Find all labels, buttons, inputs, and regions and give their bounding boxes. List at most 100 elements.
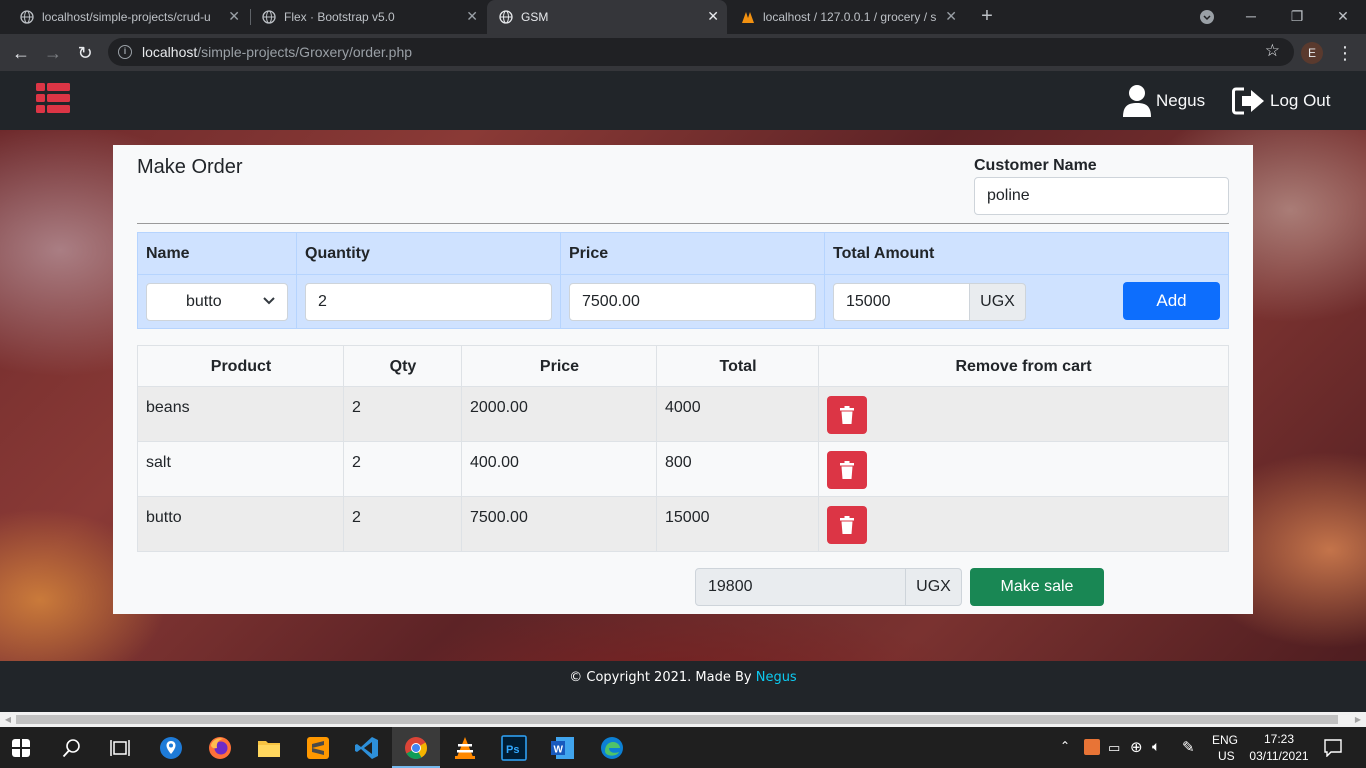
maps-icon[interactable] <box>158 735 184 761</box>
url-text: localhost/simple-projects/Groxery/order.… <box>142 44 412 60</box>
order-form-table: Name Quantity Price Total Amount butto 2… <box>137 232 1229 329</box>
grand-total-input[interactable]: 19800 <box>695 568 906 606</box>
xampp-icon[interactable] <box>1084 739 1100 755</box>
browser-menu-icon[interactable]: ⋮ <box>1336 40 1354 66</box>
table-list-icon[interactable] <box>36 83 70 113</box>
cart-table: Product Qty Price Total Remove from cart… <box>137 345 1229 552</box>
scroll-left-arrow-icon[interactable]: ◀ <box>1 713 15 726</box>
column-divider <box>818 346 819 551</box>
user-menu[interactable]: Negus <box>1122 81 1205 121</box>
file-explorer-icon[interactable] <box>256 735 282 761</box>
cell-product: beans <box>146 399 190 416</box>
vlc-icon[interactable] <box>452 735 478 761</box>
author-link[interactable]: Negus <box>756 670 797 685</box>
scroll-right-arrow-icon[interactable]: ▶ <box>1351 713 1365 726</box>
table-row: salt 2 400.00 800 <box>138 441 1228 496</box>
header-quantity: Quantity <box>305 245 370 262</box>
column-divider <box>656 346 657 551</box>
chevron-up-icon[interactable]: ⌃ <box>1060 739 1070 753</box>
svg-text:W: W <box>554 745 564 756</box>
new-tab-button[interactable]: + <box>976 6 998 28</box>
cell-qty: 2 <box>352 454 361 471</box>
clock[interactable]: 17:23 03/11/2021 <box>1246 727 1312 768</box>
close-window-button[interactable]: ✕ <box>1320 0 1366 34</box>
bookmark-star-icon[interactable]: ☆ <box>1265 41 1280 61</box>
language-code: ENG <box>1212 733 1239 747</box>
network-globe-icon[interactable]: ⊕ <box>1130 738 1143 756</box>
column-divider <box>461 346 462 551</box>
restore-button[interactable]: ❐ <box>1274 0 1320 34</box>
battery-icon[interactable]: ▭ <box>1108 740 1120 756</box>
remove-item-button[interactable] <box>827 396 867 434</box>
tab-search-button[interactable] <box>1184 0 1230 34</box>
scrollbar-thumb[interactable] <box>16 715 1338 724</box>
web-page: Negus Log Out Make Order Customer Name p… <box>0 71 1366 712</box>
windows-start-icon[interactable] <box>12 739 30 757</box>
task-view-icon[interactable] <box>110 738 130 758</box>
trash-icon <box>840 516 854 534</box>
globe-icon <box>20 10 34 24</box>
close-tab-icon[interactable]: ✕ <box>228 8 240 24</box>
remove-item-button[interactable] <box>827 506 867 544</box>
reload-icon[interactable]: ↻ <box>72 40 98 66</box>
address-bar[interactable]: i localhost/simple-projects/Groxery/orde… <box>108 38 1294 66</box>
product-select-value: butto <box>186 293 222 310</box>
page-title: Make Order <box>137 156 243 178</box>
trash-icon <box>840 406 854 424</box>
add-button[interactable]: Add <box>1123 282 1220 320</box>
minimize-button[interactable]: ─ <box>1228 0 1274 34</box>
browser-tab-1[interactable]: localhost/simple-projects/crud-u ✕ <box>8 0 248 34</box>
firefox-icon[interactable] <box>207 735 233 761</box>
browser-tab-active[interactable]: GSM ✕ <box>487 0 727 34</box>
photoshop-icon[interactable]: Ps <box>501 735 527 761</box>
make-sale-button[interactable]: Make sale <box>970 568 1104 606</box>
volume-icon[interactable]: 🔈︎ <box>1152 738 1160 755</box>
url-host: localhost <box>142 44 198 60</box>
remove-item-button[interactable] <box>827 451 867 489</box>
sublime-text-icon[interactable] <box>305 735 331 761</box>
language-indicator[interactable]: ENG US <box>1210 727 1240 768</box>
quantity-input[interactable]: 2 <box>305 283 552 321</box>
sign-out-icon <box>1232 87 1264 115</box>
horizontal-scrollbar[interactable]: ◀ ▶ <box>0 712 1366 727</box>
cell-product: salt <box>146 454 171 471</box>
currency-addon: UGX <box>969 283 1026 321</box>
browser-tab-4[interactable]: localhost / 127.0.0.1 / grocery / s ✕ <box>729 0 965 34</box>
order-card: Make Order Customer Name poline Name Qua… <box>113 145 1253 614</box>
pen-icon[interactable]: ✎ <box>1182 738 1195 756</box>
cart-header-qty: Qty <box>389 358 417 375</box>
word-icon[interactable]: W <box>550 735 576 761</box>
windows-taskbar: Ps W ⌃ ▭ ⊕ 🔈︎ ✎ ENG US 17:23 03/11/2021 <box>0 727 1366 768</box>
profile-avatar[interactable]: E <box>1301 42 1323 64</box>
globe-icon <box>499 10 513 24</box>
product-select[interactable]: butto <box>146 283 288 321</box>
logout-link[interactable]: Log Out <box>1232 81 1331 121</box>
user-icon <box>1123 85 1151 117</box>
chrome-icon[interactable] <box>403 735 429 761</box>
browser-tab-2[interactable]: Flex · Bootstrap v5.0 ✕ <box>250 0 486 34</box>
cart-header-remove: Remove from cart <box>955 358 1092 375</box>
customer-name-input[interactable]: poline <box>974 177 1229 215</box>
total-amount-input[interactable]: 15000 <box>833 283 970 321</box>
edge-icon[interactable] <box>599 735 625 761</box>
logout-label: Log Out <box>1270 91 1331 110</box>
search-icon[interactable] <box>62 738 82 758</box>
customer-name-label: Customer Name <box>974 157 1097 174</box>
header-price: Price <box>569 245 609 262</box>
column-divider <box>824 233 825 328</box>
table-row: butto 2 7500.00 15000 <box>138 496 1228 551</box>
header-name: Name <box>146 245 190 262</box>
cell-total: 15000 <box>665 509 710 526</box>
price-input[interactable]: 7500.00 <box>569 283 816 321</box>
cart-header-price: Price <box>539 358 580 375</box>
vscode-icon[interactable] <box>354 735 380 761</box>
close-tab-icon[interactable]: ✕ <box>707 8 719 24</box>
browser-toolbar: ← → ↻ i localhost/simple-projects/Groxer… <box>0 34 1366 71</box>
close-tab-icon[interactable]: ✕ <box>945 8 957 24</box>
close-tab-icon[interactable]: ✕ <box>466 8 478 24</box>
back-arrow-icon[interactable]: ← <box>8 40 34 66</box>
cell-qty: 2 <box>352 509 361 526</box>
notification-icon[interactable] <box>1324 739 1342 757</box>
site-info-icon[interactable]: i <box>118 45 132 59</box>
forward-arrow-icon[interactable]: → <box>40 40 66 66</box>
